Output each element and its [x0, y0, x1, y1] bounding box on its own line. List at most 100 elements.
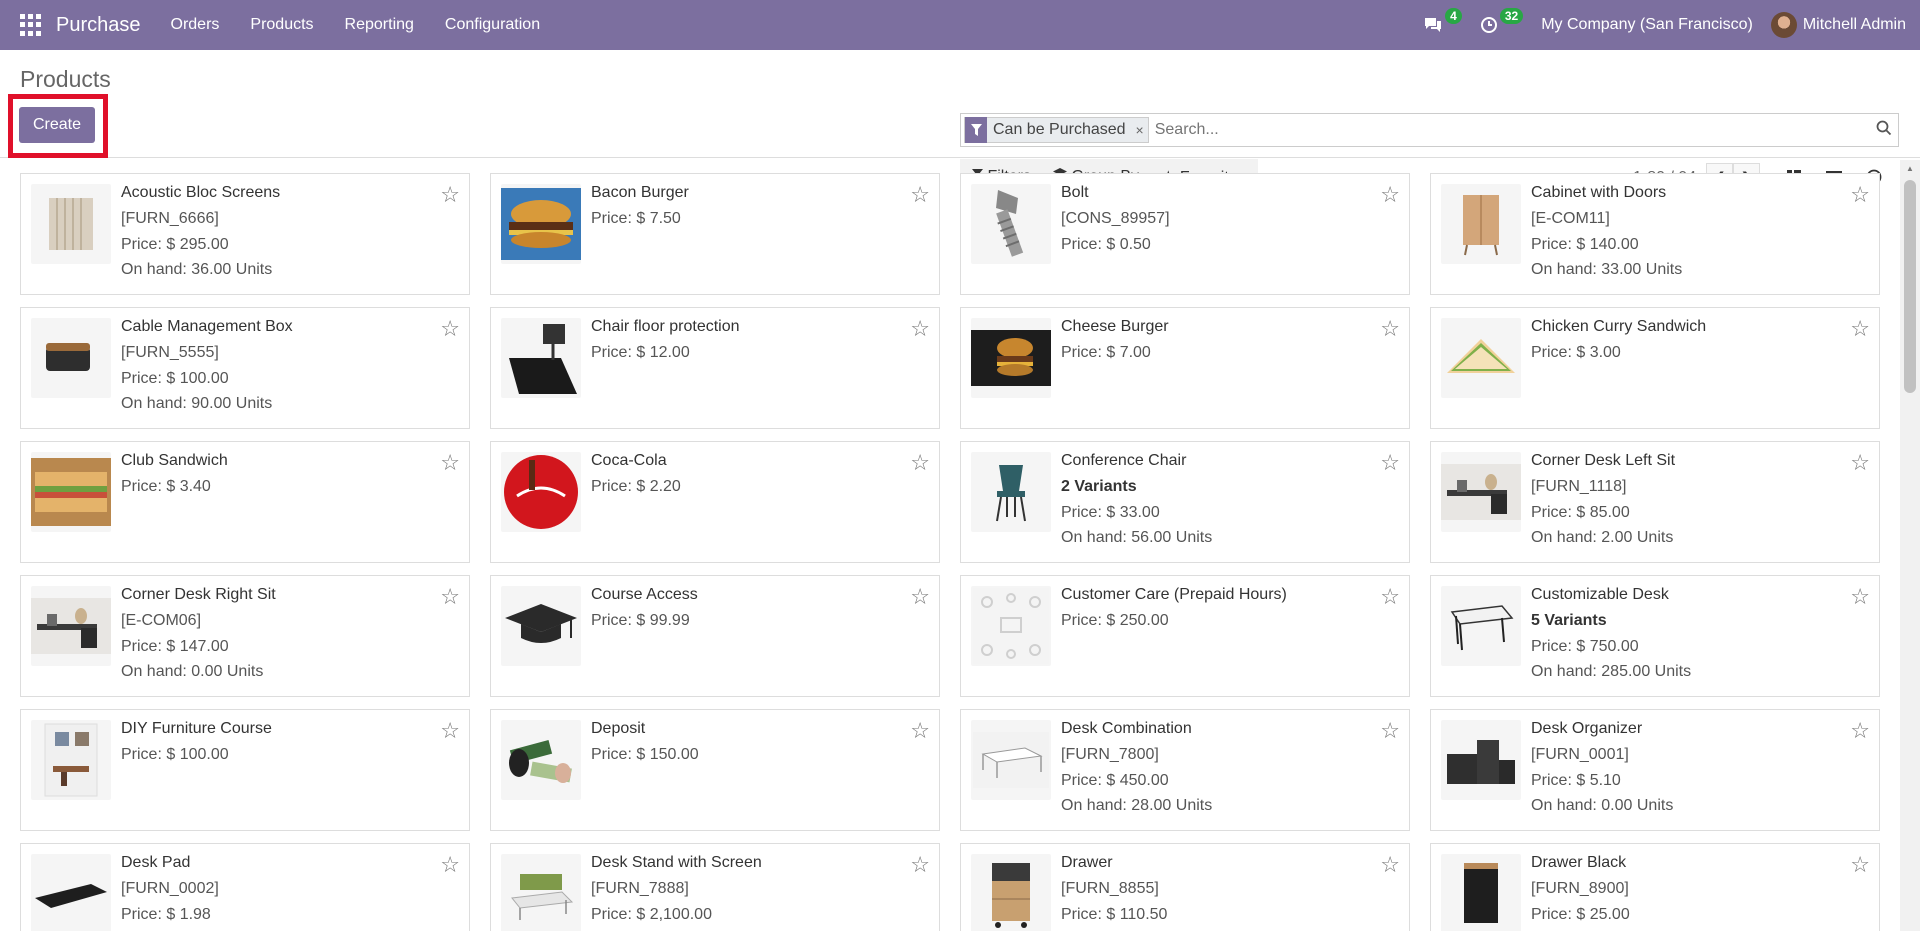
- scroll-up-icon[interactable]: ▲: [1906, 164, 1914, 173]
- app-name[interactable]: Purchase: [56, 14, 141, 37]
- search-input[interactable]: [1148, 121, 1873, 139]
- favorite-star-icon[interactable]: ☆: [1850, 182, 1870, 208]
- product-card[interactable]: Acoustic Bloc Screens [FURN_6666] Price: $…: [20, 173, 470, 295]
- product-card[interactable]: Club Sandwich Price: $ 3.40 ☆: [20, 441, 470, 563]
- product-card[interactable]: Desk Combination [FURN_7800] Price: $ 450.…: [960, 709, 1410, 831]
- product-info: Bolt [CONS_89957] Price: $ 0.50: [1061, 184, 1399, 294]
- product-price: Price: $ 5.10: [1531, 771, 1621, 789]
- product-card[interactable]: Drawer [FURN_8855] Price: $ 110.50 ☆: [960, 843, 1410, 931]
- favorite-star-icon[interactable]: ☆: [1380, 718, 1400, 744]
- favorite-star-icon[interactable]: ☆: [910, 584, 930, 610]
- favorite-star-icon[interactable]: ☆: [440, 182, 460, 208]
- favorite-star-icon[interactable]: ☆: [910, 450, 930, 476]
- product-card[interactable]: Cable Management Box [FURN_5555] Price: $ …: [20, 307, 470, 429]
- company-switcher[interactable]: My Company (San Francisco): [1541, 16, 1753, 34]
- product-card[interactable]: Customer Care (Prepaid Hours) Price: $ 25…: [960, 575, 1410, 697]
- favorite-star-icon[interactable]: ☆: [440, 718, 460, 744]
- product-price: Price: $ 450.00: [1061, 771, 1169, 789]
- favorite-star-icon[interactable]: ☆: [1380, 852, 1400, 878]
- product-card[interactable]: Conference Chair 2 Variants Price: $ 33.00…: [960, 441, 1410, 563]
- search-icon[interactable]: [1873, 120, 1895, 141]
- product-card[interactable]: Desk Pad [FURN_0002] Price: $ 1.98 ☆: [20, 843, 470, 931]
- favorite-star-icon[interactable]: ☆: [1380, 584, 1400, 610]
- menu-products[interactable]: Products: [250, 16, 313, 34]
- filter-icon: [965, 117, 987, 143]
- product-card[interactable]: DIY Furniture Course Price: $ 100.00 ☆: [20, 709, 470, 831]
- favorite-star-icon[interactable]: ☆: [1850, 718, 1870, 744]
- product-on-hand: On hand: 0.00 Units: [121, 663, 264, 681]
- product-card[interactable]: Customizable Desk 5 Variants Price: $ 750.…: [1430, 575, 1880, 697]
- product-price: Price: $ 100.00: [121, 746, 229, 764]
- favorite-star-icon[interactable]: ☆: [1850, 584, 1870, 610]
- product-price: Price: $ 7.00: [1061, 344, 1151, 362]
- menu-reporting[interactable]: Reporting: [345, 16, 414, 34]
- product-card[interactable]: Coca-Cola Price: $ 2.20 ☆: [490, 441, 940, 563]
- product-card[interactable]: Course Access Price: $ 99.99 ☆: [490, 575, 940, 697]
- product-card[interactable]: Desk Organizer [FURN_0001] Price: $ 5.10 On…: [1430, 709, 1880, 831]
- page-title[interactable]: Products: [20, 66, 111, 93]
- favorite-star-icon[interactable]: ☆: [910, 316, 930, 342]
- product-reference: [FURN_0001]: [1531, 746, 1629, 764]
- product-image: [971, 452, 1051, 532]
- product-card[interactable]: Corner Desk Left Sit [FURN_1118] Price: $ …: [1430, 441, 1880, 563]
- messages-button[interactable]: 4: [1423, 8, 1462, 34]
- menu-orders[interactable]: Orders: [171, 16, 220, 34]
- product-reference: [FURN_7888]: [591, 880, 689, 898]
- product-card[interactable]: Desk Stand with Screen [FURN_7888] Price: …: [490, 843, 940, 931]
- activities-button[interactable]: 32: [1480, 8, 1524, 34]
- product-info: Corner Desk Left Sit [FURN_1118] Price: $ …: [1531, 452, 1869, 562]
- product-price: Price: $ 750.00: [1531, 637, 1639, 655]
- favorite-star-icon[interactable]: ☆: [1850, 852, 1870, 878]
- product-card[interactable]: Cabinet with Doors [E-COM11] Price: $ 140.…: [1430, 173, 1880, 295]
- favorite-star-icon[interactable]: ☆: [1380, 450, 1400, 476]
- scrollbar[interactable]: ▲: [1900, 160, 1920, 931]
- favorite-star-icon[interactable]: ☆: [1850, 450, 1870, 476]
- favorite-star-icon[interactable]: ☆: [440, 584, 460, 610]
- search-facet: Can be Purchased ×: [964, 117, 1149, 143]
- product-reference: [E-COM11]: [1531, 210, 1610, 228]
- product-card[interactable]: Chair floor protection Price: $ 12.00 ☆: [490, 307, 940, 429]
- apps-menu-icon[interactable]: [20, 14, 42, 36]
- product-on-hand: On hand: 56.00 Units: [1061, 529, 1213, 547]
- product-on-hand: On hand: 0.00 Units: [1531, 797, 1674, 815]
- product-image: [971, 854, 1051, 931]
- product-info: Chair floor protection Price: $ 12.00: [591, 318, 929, 428]
- activities-badge: 32: [1499, 8, 1524, 24]
- search-bar: Can be Purchased ×: [960, 113, 1899, 147]
- scrollbar-thumb[interactable]: [1904, 180, 1916, 393]
- favorite-star-icon[interactable]: ☆: [440, 450, 460, 476]
- create-button[interactable]: Create: [19, 107, 95, 143]
- product-reference: [FURN_0002]: [121, 880, 219, 898]
- product-name: Chicken Curry Sandwich: [1531, 318, 1707, 335]
- favorite-star-icon[interactable]: ☆: [1380, 182, 1400, 208]
- product-image: [501, 720, 581, 800]
- product-price: Price: $ 3.00: [1531, 344, 1621, 362]
- product-info: Cheese Burger Price: $ 7.00: [1061, 318, 1399, 428]
- product-card[interactable]: Deposit Price: $ 150.00 ☆: [490, 709, 940, 831]
- user-menu[interactable]: Mitchell Admin: [1770, 12, 1906, 38]
- product-card[interactable]: Corner Desk Right Sit [E-COM06] Price: $ 1…: [20, 575, 470, 697]
- favorite-star-icon[interactable]: ☆: [440, 316, 460, 342]
- product-info: Cabinet with Doors [E-COM11] Price: $ 140.…: [1531, 184, 1869, 294]
- facet-remove-icon[interactable]: ×: [1132, 122, 1148, 138]
- product-card[interactable]: Drawer Black [FURN_8900] Price: $ 25.00 ☆: [1430, 843, 1880, 931]
- product-card[interactable]: Bacon Burger Price: $ 7.50 ☆: [490, 173, 940, 295]
- favorite-star-icon[interactable]: ☆: [1850, 316, 1870, 342]
- product-image: [971, 184, 1051, 264]
- product-price: Price: $ 0.50: [1061, 235, 1151, 253]
- product-on-hand: On hand: 36.00 Units: [121, 261, 273, 279]
- product-card[interactable]: Bolt [CONS_89957] Price: $ 0.50 ☆: [960, 173, 1410, 295]
- favorite-star-icon[interactable]: ☆: [910, 718, 930, 744]
- product-variants: 5 Variants: [1531, 612, 1607, 630]
- favorite-star-icon[interactable]: ☆: [1380, 316, 1400, 342]
- favorite-star-icon[interactable]: ☆: [440, 852, 460, 878]
- product-card[interactable]: Chicken Curry Sandwich Price: $ 3.00 ☆: [1430, 307, 1880, 429]
- product-card[interactable]: Cheese Burger Price: $ 7.00 ☆: [960, 307, 1410, 429]
- menu-configuration[interactable]: Configuration: [445, 16, 540, 34]
- favorite-star-icon[interactable]: ☆: [910, 182, 930, 208]
- product-price: Price: $ 12.00: [591, 344, 690, 362]
- favorite-star-icon[interactable]: ☆: [910, 852, 930, 878]
- product-variants: 2 Variants: [1061, 478, 1137, 496]
- product-info: Chicken Curry Sandwich Price: $ 3.00: [1531, 318, 1869, 428]
- product-info: Drawer Black [FURN_8900] Price: $ 25.00: [1531, 854, 1869, 931]
